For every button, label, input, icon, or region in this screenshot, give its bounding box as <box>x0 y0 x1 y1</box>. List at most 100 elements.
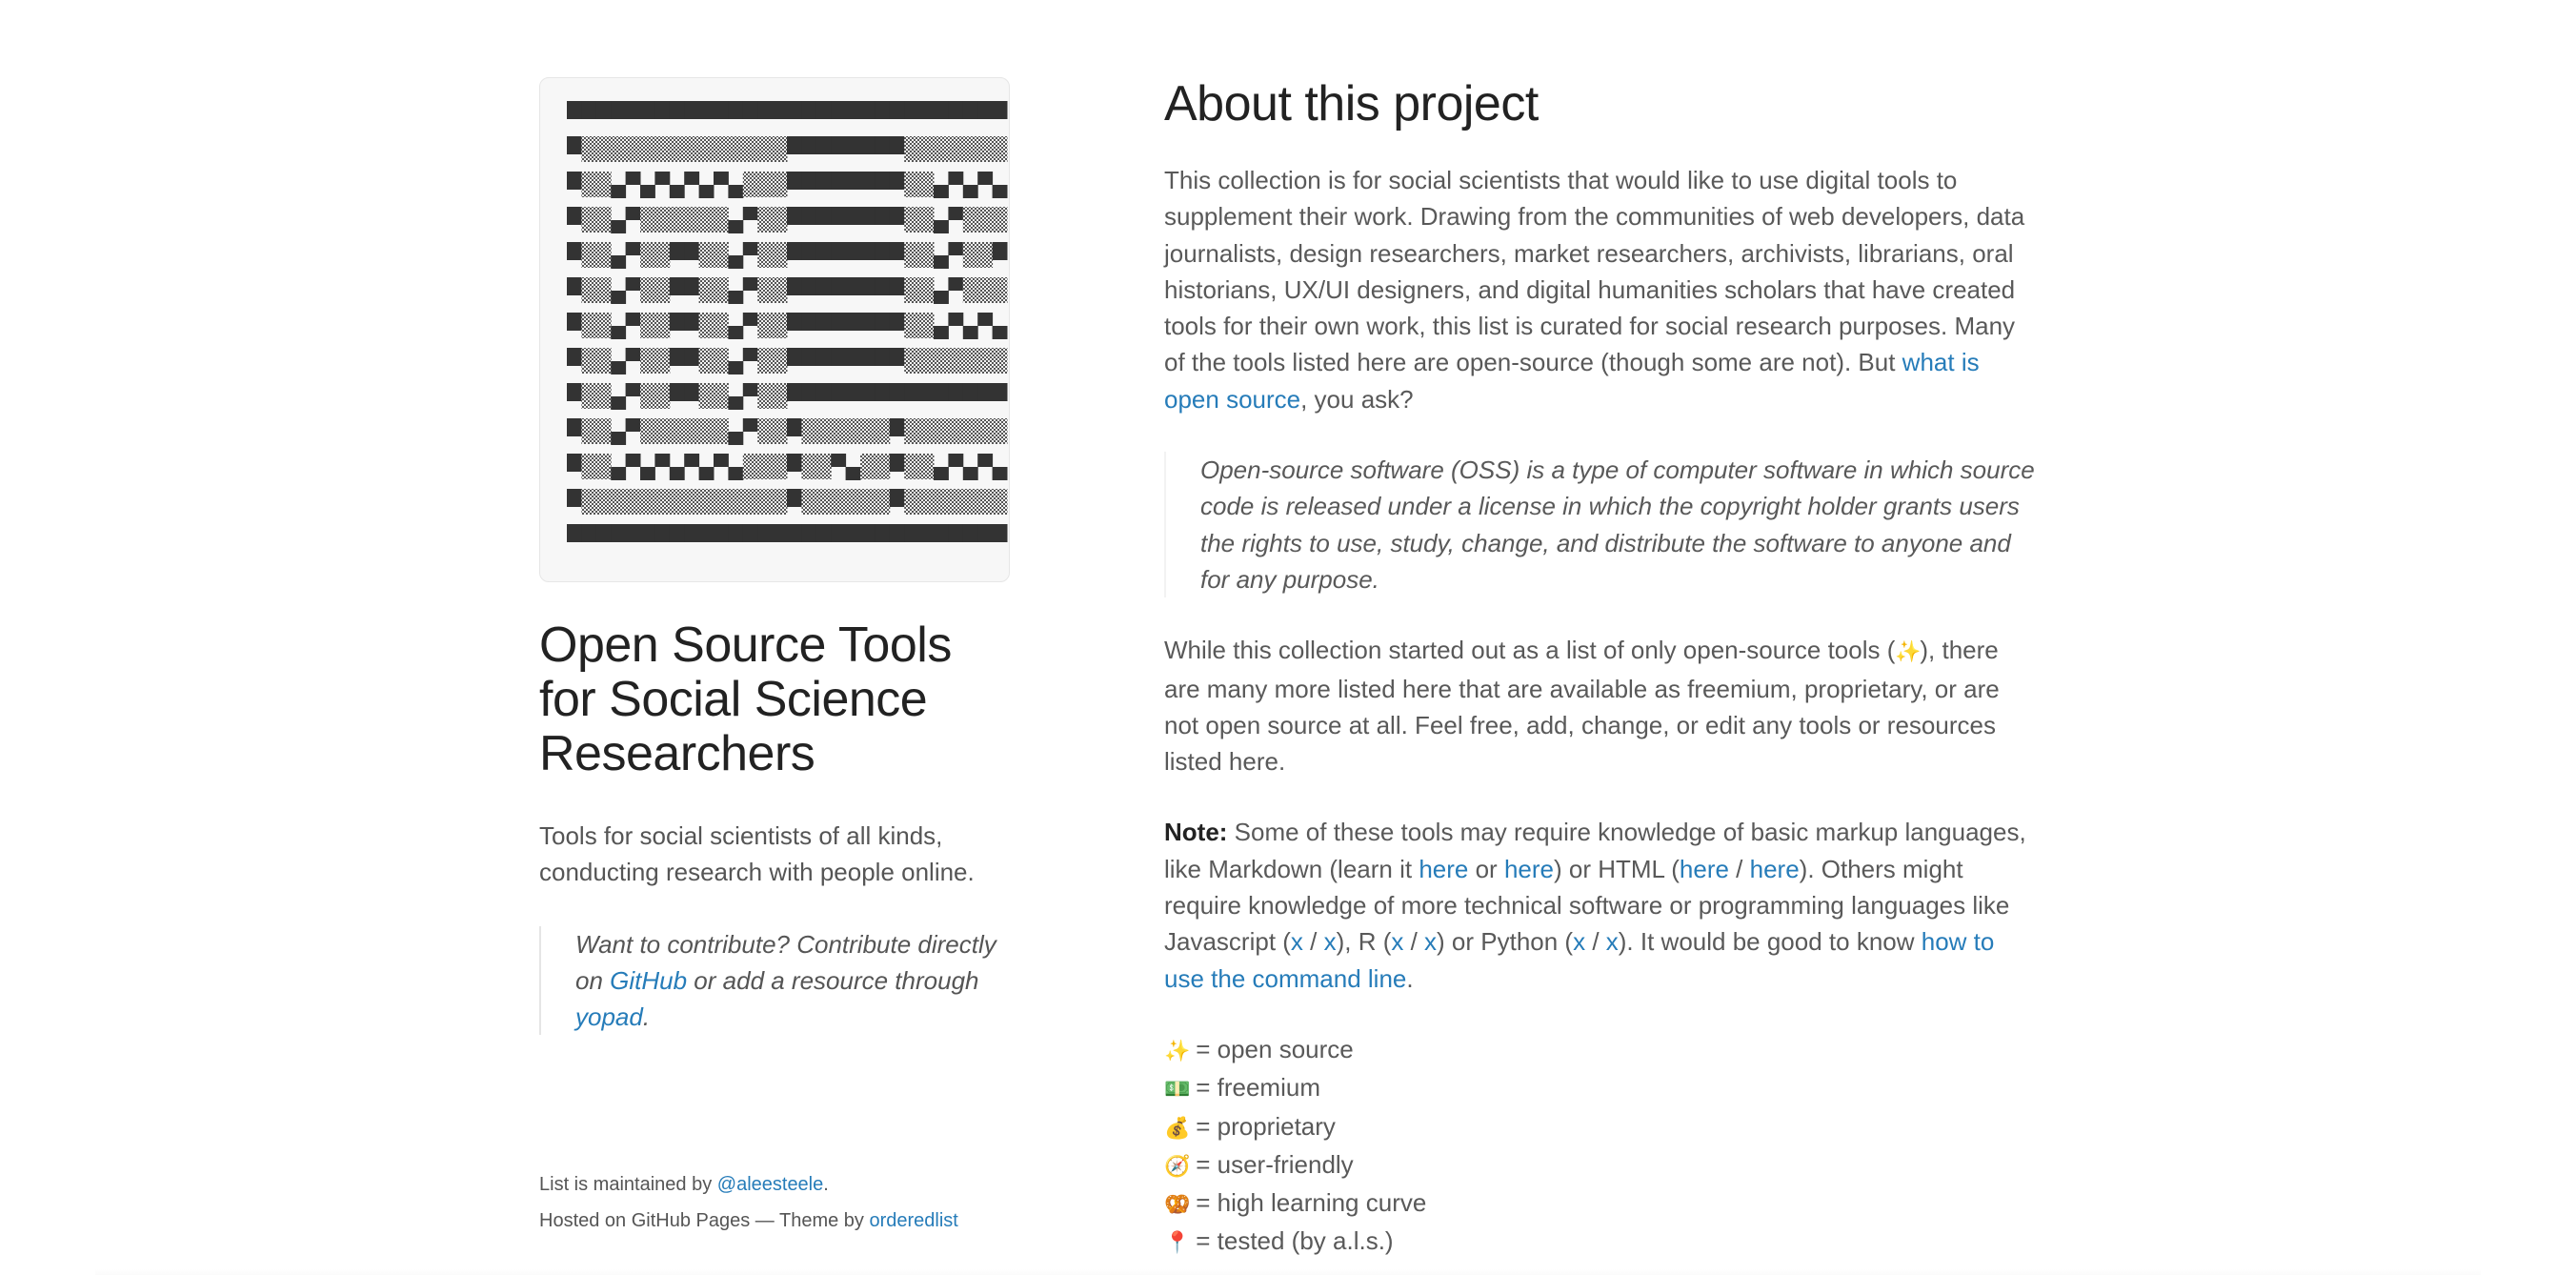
logo-dotted-block <box>654 489 671 515</box>
sparkles-icon: ✨ <box>1164 1038 1191 1062</box>
logo-zigzag-block <box>728 255 744 269</box>
logo-dark-block <box>581 524 597 542</box>
logo-zigzag-block <box>948 313 964 326</box>
logo-dark-block <box>742 524 758 542</box>
logo-dotted-block <box>698 313 714 338</box>
note-text: ) or HTML ( <box>1553 854 1680 883</box>
logo-dark-block <box>625 101 641 119</box>
logo-dark-block <box>992 524 1008 542</box>
logo-dark-block <box>860 207 875 225</box>
logo-dotted-block <box>684 207 700 233</box>
logo-dark-block <box>684 277 700 295</box>
logo-dark-block <box>962 101 978 119</box>
logo-dotted-block <box>595 383 612 409</box>
logo-zigzag-block <box>728 432 744 445</box>
logo-dotted-block <box>757 454 774 479</box>
compass-icon: 🧭 <box>1164 1153 1191 1178</box>
javascript-link-1[interactable]: x <box>1291 927 1303 956</box>
logo-dark-block <box>669 524 685 542</box>
logo-dark-block <box>684 524 700 542</box>
logo-dark-block <box>992 101 1008 119</box>
logo-dotted-block <box>845 489 861 515</box>
logo-zigzag-block <box>948 242 964 255</box>
logo-dotted-block <box>977 136 994 162</box>
logo-dotted-block <box>772 489 788 515</box>
logo-dark-block <box>567 242 582 260</box>
logo-dotted-block <box>904 418 920 444</box>
r-link-2[interactable]: x <box>1424 927 1437 956</box>
logo-dotted-block <box>962 207 978 233</box>
logo-dark-block <box>654 101 671 119</box>
logo-dark-block <box>567 418 582 436</box>
logo-dark-block <box>962 524 978 542</box>
logo-dotted-block <box>684 418 700 444</box>
logo-dotted-block <box>654 348 671 374</box>
javascript-link-2[interactable]: x <box>1324 927 1337 956</box>
intro-text-end: , you ask? <box>1300 384 1414 414</box>
logo-dark-block <box>801 348 817 366</box>
logo-zigzag-block <box>714 172 729 185</box>
logo-dark-block <box>831 172 847 190</box>
logo-dotted-block <box>581 136 597 162</box>
markdown-link-2[interactable]: here <box>1504 855 1554 883</box>
github-link[interactable]: GitHub <box>610 966 687 995</box>
html-link-2[interactable]: here <box>1750 855 1800 883</box>
logo-dotted-block <box>654 277 671 303</box>
python-link-2[interactable]: x <box>1606 927 1619 956</box>
logo-dotted-block <box>625 489 641 515</box>
logo-dark-block <box>772 524 788 542</box>
legend-item: 🥨 = high learning curve <box>1164 1184 2041 1223</box>
logo-dotted-block <box>934 348 949 374</box>
html-link-1[interactable]: here <box>1680 855 1729 883</box>
legend-label: = high learning curve <box>1189 1188 1427 1218</box>
logo-dark-block <box>934 383 949 401</box>
logo-zigzag-block <box>625 313 641 326</box>
page-wrapper: Open Source Tools for Social Science Res… <box>539 0 2037 1275</box>
logo-dark-block <box>815 277 832 295</box>
maintainer-link[interactable]: @aleesteele <box>717 1174 823 1195</box>
logo-dotted-block <box>757 313 774 338</box>
logo-image[interactable] <box>539 77 1010 582</box>
logo-dotted-block <box>581 313 597 338</box>
money-bag-icon: 💰 <box>1164 1115 1191 1140</box>
logo-zigzag-block <box>611 396 627 410</box>
logo-dotted-block <box>831 418 847 444</box>
logo-dark-block <box>714 524 729 542</box>
logo-dark-block <box>787 136 802 154</box>
logo-dotted-block <box>611 136 627 162</box>
logo-dark-block <box>845 524 861 542</box>
note-text: ) or Python ( <box>1437 927 1574 957</box>
logo-dotted-block <box>977 242 994 268</box>
logo-dotted-block <box>595 207 612 233</box>
logo-zigzag-block <box>728 220 744 233</box>
theme-author-link[interactable]: orderedlist <box>869 1210 957 1231</box>
logo-dark-block <box>815 524 832 542</box>
logo-dark-block <box>567 524 582 542</box>
logo-dark-block <box>860 524 875 542</box>
logo-dark-block <box>567 136 582 154</box>
logo-dotted-block <box>611 489 627 515</box>
logo-dark-block <box>640 524 655 542</box>
logo-dotted-block <box>757 136 774 162</box>
dollar-banknote-icon: 💵 <box>1164 1077 1191 1102</box>
logo-dotted-block <box>934 489 949 515</box>
logo-dotted-block <box>918 172 935 197</box>
logo-dark-block <box>875 524 891 542</box>
logo-dotted-block <box>962 348 978 374</box>
logo-dotted-block <box>757 418 774 444</box>
markdown-link-1[interactable]: here <box>1419 855 1468 883</box>
logo-dark-block <box>625 524 641 542</box>
r-link-1[interactable]: x <box>1391 927 1403 956</box>
logo-dark-block <box>801 277 817 295</box>
logo-dark-block <box>684 242 700 260</box>
logo-dotted-block <box>742 172 758 197</box>
yopad-link[interactable]: yopad <box>575 1002 643 1031</box>
logo-dark-block <box>889 172 905 190</box>
contribute-callout: Want to contribute? Contribute directly … <box>539 926 1010 1035</box>
logo-dark-block <box>669 242 685 260</box>
logo-dark-block <box>904 101 920 119</box>
logo-zigzag-block <box>934 291 949 304</box>
logo-dark-block <box>787 242 802 260</box>
python-link-1[interactable]: x <box>1573 927 1585 956</box>
maintained-suffix: . <box>823 1174 829 1195</box>
